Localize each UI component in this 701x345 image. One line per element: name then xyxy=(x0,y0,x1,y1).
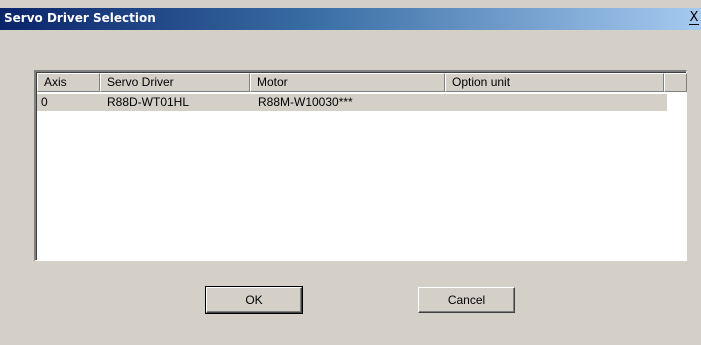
cell-servo-driver: R88D-WT01HL xyxy=(107,95,190,109)
list-header: Axis Servo Driver Motor Option unit xyxy=(37,73,687,92)
cancel-button[interactable]: Cancel xyxy=(418,287,515,313)
close-icon[interactable]: X xyxy=(687,10,701,26)
servo-driver-list[interactable]: Axis Servo Driver Motor Option unit 0 R8… xyxy=(34,70,687,261)
column-header-option-unit[interactable]: Option unit xyxy=(445,73,664,92)
servo-driver-selection-dialog: Servo Driver Selection X Axis Servo Driv… xyxy=(0,0,701,345)
ok-button[interactable]: OK xyxy=(205,286,303,314)
column-header-motor[interactable]: Motor xyxy=(250,73,445,92)
cell-axis: 0 xyxy=(41,95,48,109)
table-row[interactable]: 0 R88D-WT01HL R88M-W10030*** xyxy=(37,94,667,111)
dialog-title: Servo Driver Selection xyxy=(4,11,156,25)
column-header-axis[interactable]: Axis xyxy=(37,73,100,92)
cell-motor: R88M-W10030*** xyxy=(258,95,353,109)
title-bar[interactable]: Servo Driver Selection X xyxy=(0,8,701,30)
cell-option-unit xyxy=(452,94,652,111)
column-header-servo-driver[interactable]: Servo Driver xyxy=(100,73,250,92)
column-header-filler xyxy=(664,73,687,92)
